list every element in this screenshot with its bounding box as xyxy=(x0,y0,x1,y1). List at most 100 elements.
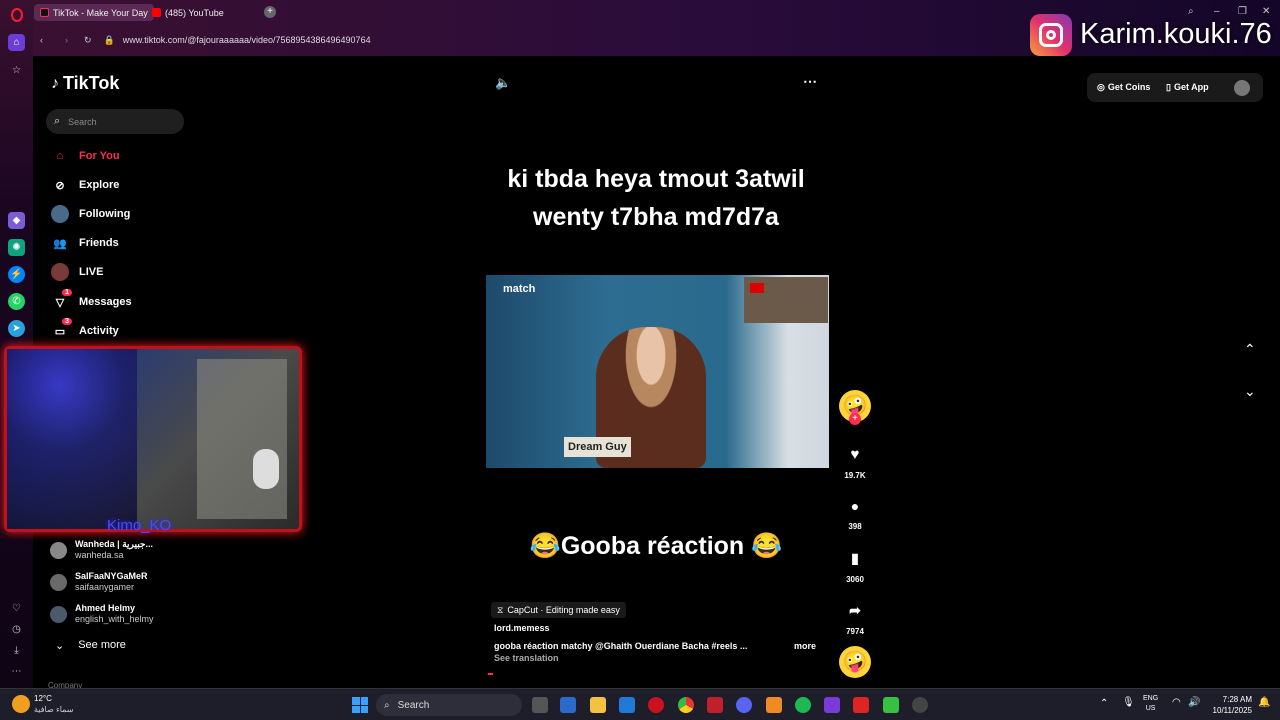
telegram-icon[interactable]: ➤ xyxy=(8,320,25,337)
opera-icon[interactable] xyxy=(648,697,664,713)
app-w-icon[interactable] xyxy=(853,697,869,713)
account-handle: english_with_helmy xyxy=(75,614,154,624)
minimize-icon[interactable]: – xyxy=(1214,6,1220,17)
save-button[interactable]: ▮ 3060 xyxy=(833,550,877,584)
comment-count: 398 xyxy=(848,522,862,531)
forward-icon[interactable]: › xyxy=(65,35,68,45)
more-options-icon[interactable]: ⋯ xyxy=(803,73,817,90)
see-translation-link[interactable]: See translation xyxy=(494,653,559,663)
weather-temp[interactable]: 12°C xyxy=(34,694,52,703)
close-icon[interactable]: ✕ xyxy=(1262,6,1270,17)
webcam-rgb-wall xyxy=(7,349,137,529)
nav-label: Explore xyxy=(79,179,120,191)
heart-icon[interactable]: ♡ xyxy=(8,600,25,617)
profile-avatar[interactable] xyxy=(1234,80,1250,96)
like-count: 19.7K xyxy=(844,471,866,480)
notification-icon[interactable]: 🔔 xyxy=(1258,697,1270,708)
nav-messages[interactable]: ▽ 1 Messages xyxy=(51,289,132,311)
app-icon[interactable] xyxy=(707,697,723,713)
compass-icon: ⊘ xyxy=(55,179,65,192)
chevron-down-icon[interactable]: ⌄ xyxy=(1244,383,1256,400)
address-bar[interactable]: ‹ › ↻ 🔒 www.tiktok.com/@fajouraaaaaa/vid… xyxy=(40,31,1000,49)
list-item-account[interactable]: SalFaaNYGaMeR saifaanygamer xyxy=(50,571,148,593)
video-player[interactable]: match Dream Guy xyxy=(486,275,829,468)
nav-activity[interactable]: ▭ 3 Activity xyxy=(51,318,119,340)
get-app-button[interactable]: ▯ Get App xyxy=(1166,82,1209,93)
nav-explore[interactable]: ⊘ Explore xyxy=(51,176,119,194)
video-watermark: match xyxy=(503,283,536,295)
language-switch[interactable]: ENG US xyxy=(1143,694,1158,714)
photos-icon[interactable] xyxy=(619,697,635,713)
nav-following[interactable]: Following xyxy=(51,205,130,223)
discord-icon[interactable] xyxy=(736,697,752,713)
messenger-icon[interactable]: ⚡ xyxy=(8,266,25,283)
windows-start-icon[interactable] xyxy=(352,697,368,713)
nav-label: Following xyxy=(79,208,131,220)
store-icon[interactable] xyxy=(560,697,576,713)
instagram-logo-icon xyxy=(1030,14,1072,56)
tiktok-logo[interactable]: ♪ TikTok xyxy=(51,73,119,94)
chevron-up-icon[interactable]: ⌃ xyxy=(1244,341,1256,358)
chatgpt-icon[interactable]: ✺ xyxy=(8,239,25,256)
weather-icon[interactable] xyxy=(12,695,30,713)
task-view-icon[interactable] xyxy=(532,697,548,713)
progress-bar[interactable] xyxy=(488,673,493,675)
app-settings-icon[interactable] xyxy=(912,697,928,713)
whatsapp-icon[interactable]: ✆ xyxy=(8,293,25,310)
clock[interactable]: 7:28 AM 10/11/2025 xyxy=(1210,694,1252,716)
downloads-icon[interactable]: ⤓ xyxy=(8,642,25,659)
star-icon[interactable]: ☆ xyxy=(8,62,25,79)
file-explorer-icon[interactable] xyxy=(590,697,606,713)
nav-live[interactable]: LIVE xyxy=(51,263,103,281)
nav-label: LIVE xyxy=(79,266,104,278)
nav-label: Friends xyxy=(79,237,119,249)
wifi-icon[interactable]: ◠ xyxy=(1172,697,1181,708)
tunisia-flag-icon xyxy=(750,283,764,293)
app-b-icon[interactable] xyxy=(824,697,840,713)
spotify-icon[interactable] xyxy=(795,697,811,713)
reload-icon[interactable]: ↻ xyxy=(84,35,92,46)
url-text[interactable]: www.tiktok.com/@fajouraaaaaa/video/75689… xyxy=(123,35,371,45)
taskbar-search[interactable]: ⌕ Search xyxy=(376,694,522,716)
comment-button[interactable]: ● 398 xyxy=(833,498,877,531)
list-item-account[interactable]: Wanheda | جبيرية... wanheda.sa xyxy=(50,539,153,561)
search-placeholder: Search xyxy=(68,116,97,127)
messages-badge: 1 xyxy=(62,289,72,296)
new-tab-icon[interactable]: + xyxy=(264,6,276,18)
search-input[interactable]: ⌕ Search xyxy=(46,109,184,134)
history-icon[interactable]: ◷ xyxy=(8,621,25,638)
more-link[interactable]: more xyxy=(794,641,816,651)
opera-logo-icon[interactable] xyxy=(11,8,23,22)
chrome-icon[interactable] xyxy=(678,697,694,713)
search-tabs-icon[interactable]: ⌕ xyxy=(1188,6,1194,17)
nav-for-you[interactable]: ⌂ For You xyxy=(51,147,120,165)
heart-icon: ♥ xyxy=(850,446,860,463)
video-author[interactable]: lord.memess xyxy=(494,623,550,633)
list-item-account[interactable]: Ahmed Helmy english_with_helmy xyxy=(50,603,154,625)
microphone-icon[interactable]: 🎙 xyxy=(1122,697,1135,708)
app-a-icon[interactable] xyxy=(766,697,782,713)
app-green-icon[interactable] xyxy=(883,697,899,713)
tray-chevron-icon[interactable]: ⌃ xyxy=(1100,698,1108,709)
more-icon[interactable]: ⋯ xyxy=(8,663,25,680)
aria-icon[interactable]: ◆ xyxy=(8,212,25,229)
back-icon[interactable]: ‹ xyxy=(40,35,43,45)
see-more-button[interactable]: ⌄ See more xyxy=(55,639,126,652)
friends-icon: 👥 xyxy=(53,237,67,250)
sound-disc-icon[interactable]: 🤪 xyxy=(839,646,871,678)
restore-icon[interactable]: ❐ xyxy=(1238,6,1247,17)
tab-tiktok[interactable]: TikTok - Make Your Day xyxy=(34,4,154,21)
share-button[interactable]: ➦ 7974 xyxy=(833,602,877,636)
account-handle: saifaanygamer xyxy=(75,582,135,592)
nav-friends[interactable]: 👥 Friends xyxy=(51,234,119,252)
capcut-link[interactable]: ⧖ CapCut · Editing made easy xyxy=(491,602,626,618)
follow-plus-icon[interactable]: + xyxy=(849,413,861,425)
volume-icon[interactable]: 🔊 xyxy=(1188,697,1200,708)
get-coins-button[interactable]: ◎ Get Coins xyxy=(1097,82,1150,93)
tab-youtube[interactable]: (485) YouTube xyxy=(146,4,230,21)
opera-sidebar: ⌂ ☆ ◆ ✺ ⚡ ✆ ➤ ♡ ◷ ⤓ ⋯ xyxy=(0,0,33,688)
like-button[interactable]: ♥ 19.7K xyxy=(833,446,877,480)
volume-icon[interactable]: 🔈 xyxy=(495,75,511,91)
home-icon[interactable]: ⌂ xyxy=(8,34,25,51)
youtube-favicon-icon xyxy=(152,8,161,17)
